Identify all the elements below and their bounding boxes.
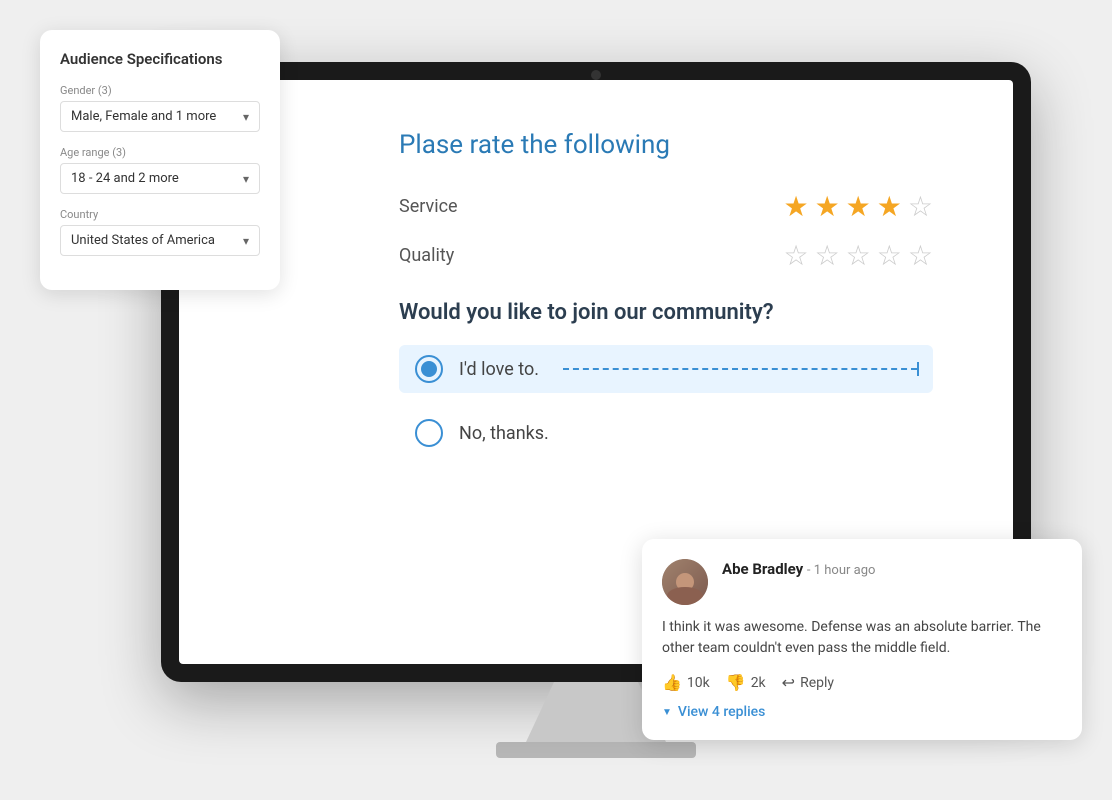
screen-content: Plase rate the following Service ★ ★ ★ ★… — [179, 80, 1013, 503]
reply-icon: ↩ — [782, 673, 795, 692]
quality-star-1[interactable]: ☆ — [783, 239, 808, 272]
quality-star-5[interactable]: ☆ — [908, 239, 933, 272]
like-button[interactable]: 👍 10k — [662, 673, 710, 692]
quality-label: Quality — [399, 245, 454, 266]
service-label: Service — [399, 196, 458, 217]
quality-rating-row: Quality ☆ ☆ ☆ ☆ ☆ — [399, 239, 933, 272]
dislike-button[interactable]: 👎 2k — [726, 673, 766, 692]
comment-time: - 1 hour ago — [807, 563, 876, 578]
comment-text: I think it was awesome. Defense was an a… — [662, 617, 1062, 659]
age-chevron-icon: ▾ — [243, 172, 249, 186]
service-star-5[interactable]: ☆ — [908, 190, 933, 223]
thumbs-up-icon: 👍 — [662, 673, 682, 692]
community-question: Would you like to join our community? — [399, 300, 933, 325]
reply-label: Reply — [800, 675, 834, 691]
dislike-count: 2k — [751, 675, 766, 691]
service-star-1[interactable]: ★ — [783, 190, 808, 223]
gender-label: Gender (3) — [60, 84, 260, 97]
age-value: 18 - 24 and 2 more — [71, 171, 179, 186]
avatar — [662, 559, 708, 605]
audience-panel: Audience Specifications Gender (3) Male,… — [40, 30, 280, 290]
reply-button[interactable]: ↩ Reply — [782, 673, 834, 692]
thumbs-down-icon: 👎 — [726, 673, 746, 692]
country-field-group: Country United States of America ▾ — [60, 208, 260, 256]
country-dropdown[interactable]: United States of America ▾ — [60, 225, 260, 256]
comment-header: Abe Bradley - 1 hour ago — [662, 559, 1062, 605]
gender-dropdown[interactable]: Male, Female and 1 more ▾ — [60, 101, 260, 132]
service-stars[interactable]: ★ ★ ★ ★ ☆ — [783, 190, 933, 223]
dashed-line-decoration — [563, 368, 917, 370]
rate-heading-text: Pl — [399, 130, 422, 160]
quality-star-2[interactable]: ☆ — [815, 239, 840, 272]
gender-field-group: Gender (3) Male, Female and 1 more ▾ — [60, 84, 260, 132]
comment-author: Abe Bradley - 1 hour ago — [722, 560, 875, 578]
quality-star-3[interactable]: ☆ — [846, 239, 871, 272]
rate-heading: Plase rate the following — [399, 130, 933, 160]
monitor-base — [496, 742, 696, 758]
quality-stars[interactable]: ☆ ☆ ☆ ☆ ☆ — [783, 239, 933, 272]
age-field-group: Age range (3) 18 - 24 and 2 more ▾ — [60, 146, 260, 194]
quality-star-4[interactable]: ☆ — [877, 239, 902, 272]
rate-heading-text-2: ase rate the following — [422, 130, 670, 160]
option-love-to[interactable]: I'd love to. — [399, 345, 933, 393]
triangle-down-icon: ▼ — [662, 707, 672, 718]
comment-meta: Abe Bradley - 1 hour ago — [722, 559, 1062, 578]
comment-actions: 👍 10k 👎 2k ↩ Reply — [662, 673, 1062, 692]
option-no-thanks-label: No, thanks. — [459, 423, 549, 444]
gender-value: Male, Female and 1 more — [71, 109, 216, 124]
view-replies-button[interactable]: ▼ View 4 replies — [662, 704, 1062, 720]
option-no-thanks[interactable]: No, thanks. — [399, 409, 933, 457]
service-star-2[interactable]: ★ — [815, 190, 840, 223]
like-count: 10k — [687, 675, 710, 691]
age-dropdown[interactable]: 18 - 24 and 2 more ▾ — [60, 163, 260, 194]
option-love-to-label: I'd love to. — [459, 359, 539, 380]
service-rating-row: Service ★ ★ ★ ★ ☆ — [399, 190, 933, 223]
country-chevron-icon: ▾ — [243, 234, 249, 248]
comment-card: Abe Bradley - 1 hour ago I think it was … — [642, 539, 1082, 740]
country-value: United States of America — [71, 233, 215, 248]
service-star-4[interactable]: ★ — [877, 190, 902, 223]
radio-love-to-circle[interactable] — [415, 355, 443, 383]
monitor-camera — [591, 70, 601, 80]
service-star-3[interactable]: ★ — [846, 190, 871, 223]
gender-chevron-icon: ▾ — [243, 110, 249, 124]
avatar-image — [662, 559, 708, 605]
radio-no-thanks-circle[interactable] — [415, 419, 443, 447]
audience-panel-title: Audience Specifications — [60, 50, 260, 68]
country-label: Country — [60, 208, 260, 221]
age-label: Age range (3) — [60, 146, 260, 159]
view-replies-text: View 4 replies — [678, 704, 765, 720]
